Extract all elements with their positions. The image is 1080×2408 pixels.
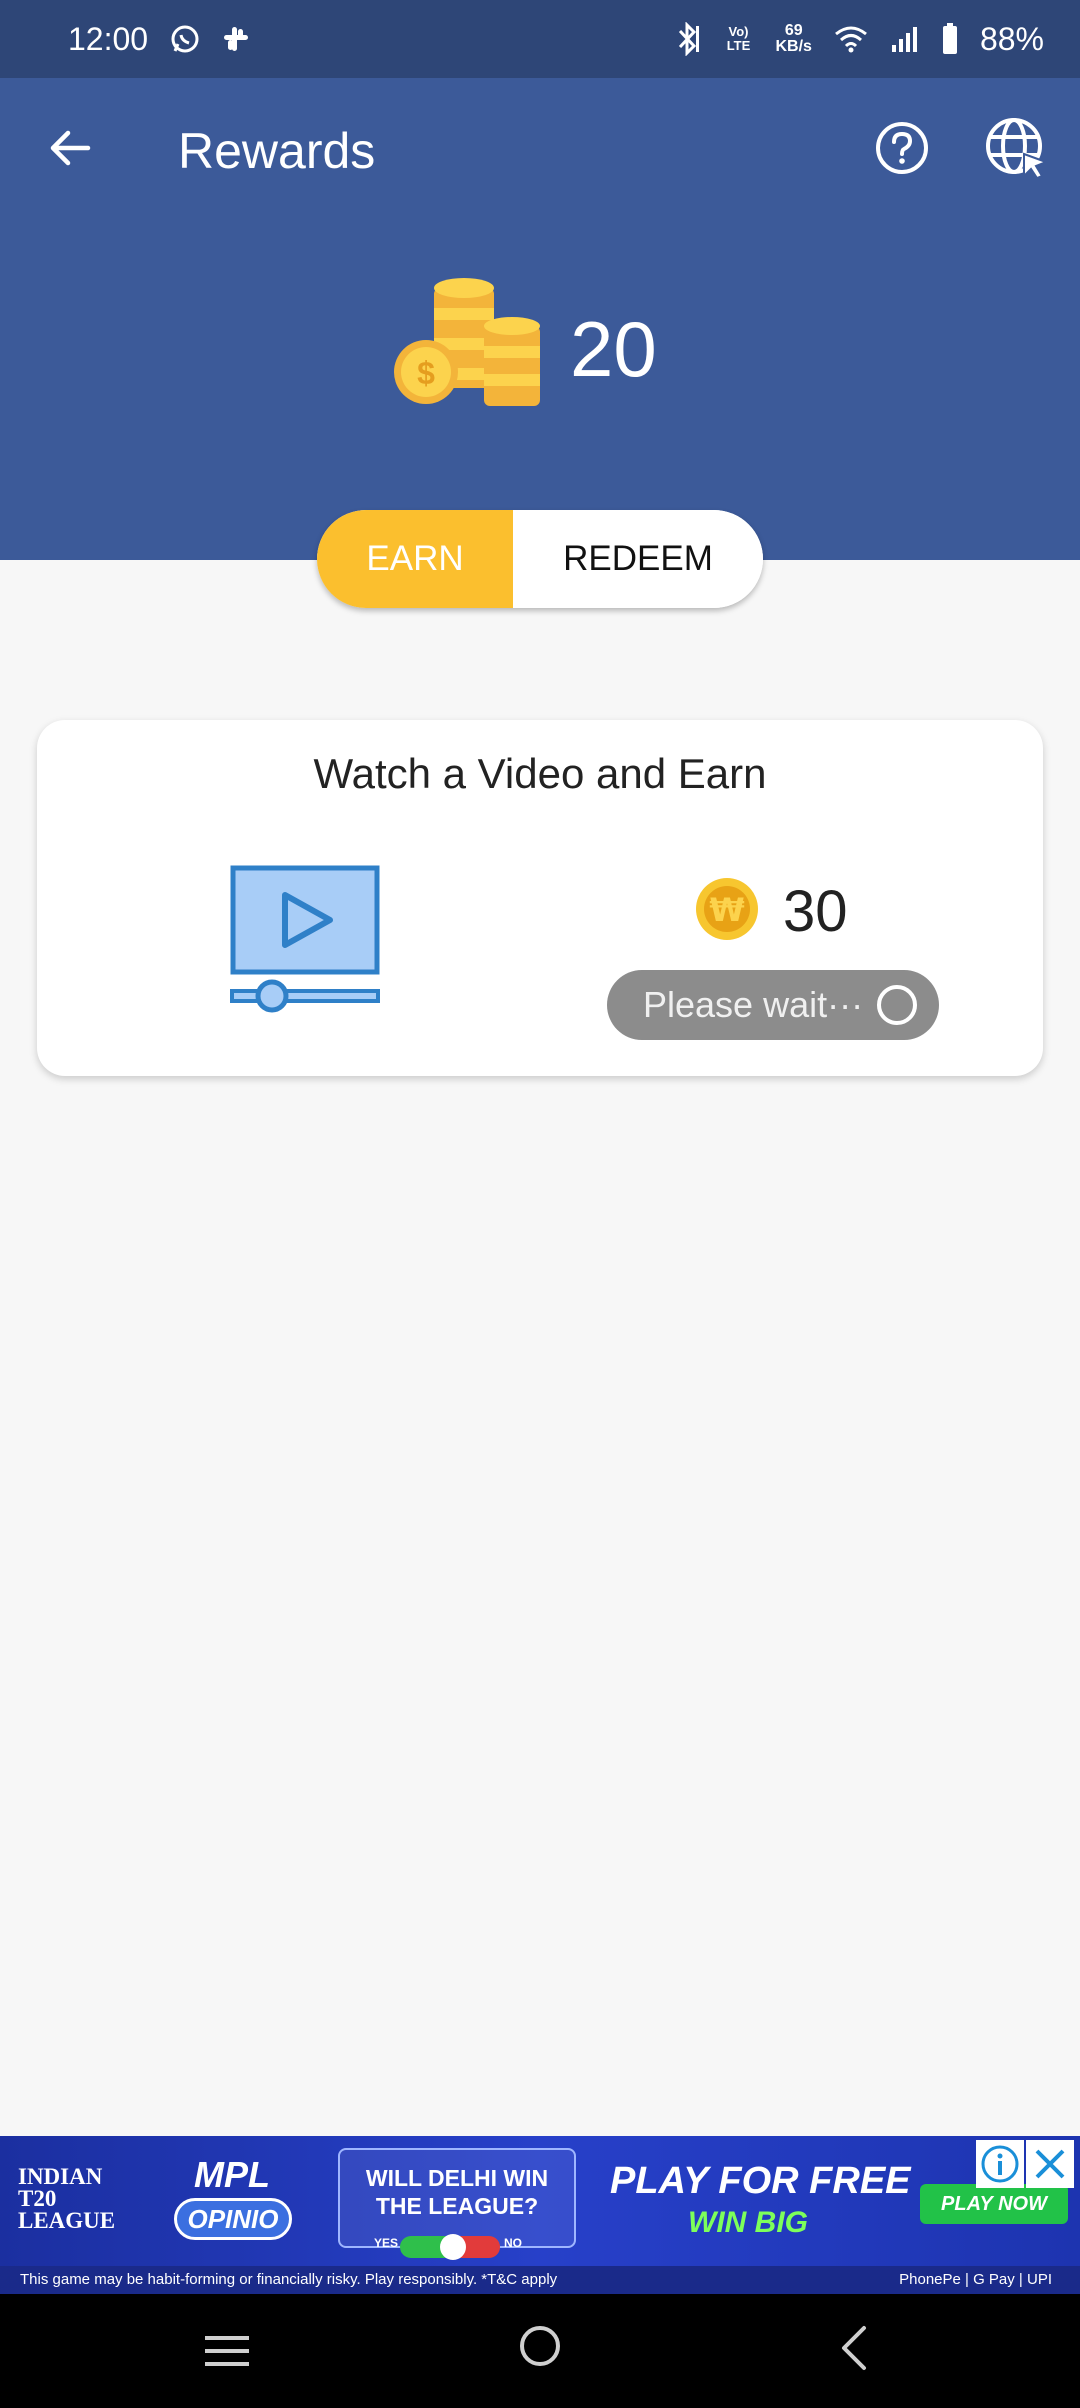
network-speed: 69 KB/s (776, 23, 812, 55)
earn-redeem-tabs: EARN REDEEM (317, 510, 763, 608)
video-player-icon (230, 865, 380, 1013)
ad-league-line: LEAGUE (18, 2208, 116, 2233)
tab-redeem[interactable]: REDEEM (513, 510, 763, 608)
coins-stack-icon: $ (394, 278, 540, 406)
system-nav-bar (0, 2294, 1080, 2408)
ad-subheadline: WIN BIG (688, 2206, 808, 2239)
globe-icon (986, 118, 1048, 180)
ad-close-button[interactable] (1026, 2140, 1074, 2188)
status-left: 12:00 (68, 21, 250, 58)
ad-toggle (400, 2234, 500, 2260)
ad-league-line: INDIAN (18, 2164, 103, 2189)
wifi-icon (834, 25, 868, 53)
ad-banner[interactable]: INDIAN T20 LEAGUE MPL OPINIO WILL DELHI … (0, 2136, 1080, 2294)
ad-payments: PhonePe | G Pay | UPI (899, 2271, 1052, 2288)
svg-text:₩: ₩ (709, 891, 744, 929)
signal-icon (890, 25, 920, 53)
status-bar: 12:00 Vo) LTE 69 KB/s 88% (0, 0, 1080, 78)
ad-brand-sub: OPINIO (174, 2198, 292, 2240)
please-wait-label: Please wait··· (643, 984, 864, 1025)
help-icon (876, 122, 928, 174)
back-arrow-icon (50, 130, 91, 166)
won-coin-icon: ₩ (696, 878, 758, 940)
nav-back-button[interactable] (830, 2322, 878, 2374)
card-title: Watch a Video and Earn (313, 750, 767, 797)
info-icon (981, 2145, 1019, 2183)
language-button[interactable] (982, 114, 1050, 182)
balance-header: $ 20 (0, 218, 1080, 560)
back-button[interactable] (40, 118, 100, 178)
status-time: 12:00 (68, 20, 149, 57)
ad-toggle-knob (440, 2234, 466, 2260)
slack-icon (222, 25, 250, 53)
ad-disclaimer: This game may be habit-forming or financ… (0, 2266, 1080, 2294)
page-title: Rewards (178, 123, 376, 179)
watch-video-card[interactable]: Watch a Video and Earn ₩ 30 Please wait·… (37, 720, 1043, 1076)
ad-yes-label: YES (374, 2236, 399, 2250)
bluetooth-icon (672, 22, 702, 56)
battery-icon (942, 23, 958, 55)
ad-cta-button[interactable]: PLAY NOW (920, 2184, 1068, 2224)
status-right: Vo) LTE 69 KB/s 88% (672, 20, 1044, 58)
ad-disclaimer-text: This game may be habit-forming or financ… (20, 2271, 558, 2288)
svg-text:$: $ (417, 355, 435, 391)
help-button[interactable] (872, 118, 932, 178)
network-speed-unit: KB/s (775, 38, 812, 55)
ad-league-line: T20 (18, 2186, 57, 2211)
recent-apps-button[interactable] (200, 2324, 254, 2378)
home-button[interactable] (516, 2322, 564, 2370)
ad-league-text: INDIAN T20 LEAGUE (18, 2164, 116, 2233)
ad-brand: MPL (194, 2154, 270, 2195)
spinner-icon (877, 985, 917, 1025)
ad-question-box: WILL DELHI WIN THE LEAGUE? YES NO (338, 2148, 576, 2260)
ad-no-label: NO (504, 2236, 522, 2250)
app-bar: Rewards (0, 78, 1080, 218)
coin-balance: 20 (570, 305, 657, 393)
tab-earn[interactable]: EARN (317, 510, 513, 608)
ad-headline: PLAY FOR FREE (610, 2160, 911, 2202)
close-icon (1035, 2149, 1065, 2179)
please-wait-button[interactable]: Please wait··· (607, 970, 939, 1040)
whatsapp-icon (170, 24, 200, 54)
reward-amount: 30 (783, 879, 848, 944)
ad-brand-logo: MPL OPINIO (170, 2154, 294, 2254)
network-speed-value: 69 (784, 22, 803, 39)
ad-info-button[interactable] (976, 2140, 1024, 2188)
ad-question: WILL DELHI WIN THE LEAGUE? (365, 2165, 549, 2219)
battery-percent: 88% (979, 20, 1044, 57)
volte-icon: Vo) LTE (726, 24, 751, 53)
